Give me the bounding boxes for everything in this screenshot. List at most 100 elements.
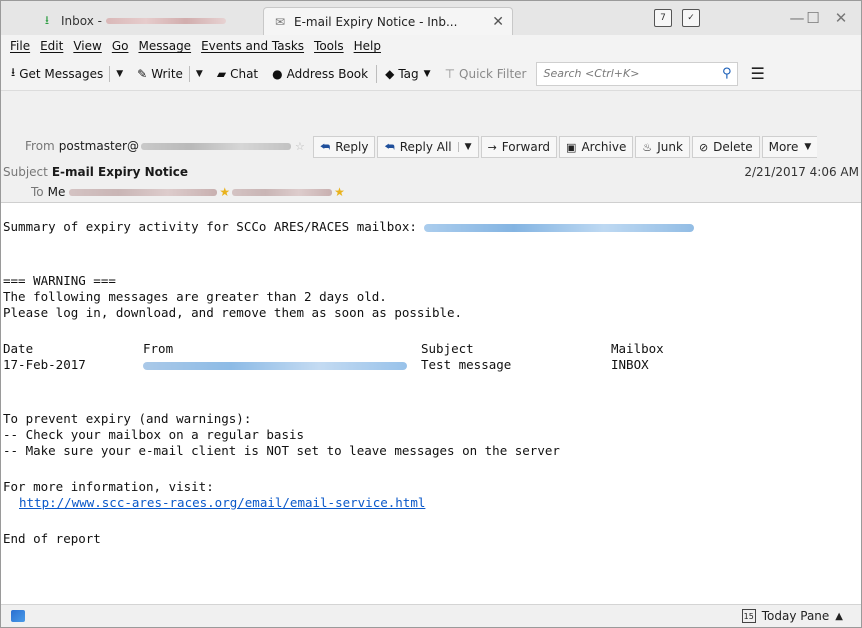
row-subject: Test message bbox=[421, 357, 512, 372]
info-link[interactable]: http://www.scc-ares-races.org/email/emai… bbox=[19, 495, 425, 511]
message-body: Summary of expiry activity for SCCo ARES… bbox=[1, 203, 861, 604]
reply-all-label: Reply All bbox=[399, 140, 452, 154]
address-book-label: Address Book bbox=[286, 66, 369, 81]
star-icon[interactable]: ☆ bbox=[295, 140, 305, 153]
tag-button[interactable]: ◆ Tag ▼ bbox=[381, 62, 434, 86]
funnel-icon: ⊤ bbox=[444, 66, 456, 81]
more-label: More bbox=[768, 140, 799, 154]
person-icon: ● bbox=[272, 66, 283, 81]
message-header: From postmaster@ ☆ ⮪ Reply ⮪ Reply All ▼… bbox=[1, 91, 861, 203]
address-book-button[interactable]: ● Address Book bbox=[268, 62, 372, 86]
to-label: To bbox=[31, 185, 44, 199]
chat-button[interactable]: ▰ Chat bbox=[213, 62, 262, 86]
reply-arrow-icon: ⮪ bbox=[320, 140, 331, 153]
main-toolbar: ⭳ Get Messages ▼ ✎ Write ▼ ▰ Chat ● Addr… bbox=[1, 57, 861, 91]
chevron-down-icon: ▼ bbox=[804, 142, 812, 152]
close-window-button[interactable]: ✕ bbox=[821, 7, 861, 29]
chevron-down-icon: ▼ bbox=[116, 68, 124, 79]
write-button[interactable]: ✎ Write bbox=[133, 62, 187, 86]
tab-bar: ⭳ Inbox - ✉ E-mail Expiry Notice - Inb..… bbox=[1, 1, 861, 35]
archive-button[interactable]: ▣ Archive bbox=[559, 136, 634, 158]
more-info-line: For more information, visit: bbox=[3, 479, 214, 494]
archive-box-icon: ▣ bbox=[566, 140, 577, 154]
star-icon[interactable]: ★ bbox=[219, 185, 230, 199]
tip-line-1: -- Check your mailbox on a regular basis bbox=[3, 427, 305, 442]
table-header-date: Date bbox=[3, 341, 34, 356]
menu-help[interactable]: Help bbox=[349, 39, 386, 53]
menu-view[interactable]: View bbox=[68, 39, 106, 53]
end-of-report: End of report bbox=[3, 531, 101, 546]
to-row: To Me ★ ★ bbox=[31, 185, 347, 199]
chevron-down-icon: ▼ bbox=[423, 68, 431, 79]
tab-email-expiry-label: E-mail Expiry Notice - Inb... bbox=[294, 14, 458, 29]
write-label: Write bbox=[151, 66, 183, 81]
envelope-icon: ✉ bbox=[274, 14, 286, 29]
calendar-icon: 15 bbox=[741, 609, 756, 623]
tip-line-2: -- Make sure your e-mail client is NOT s… bbox=[3, 443, 560, 458]
quick-filter-label: Quick Filter bbox=[459, 66, 527, 81]
write-dropdown[interactable]: ▼ bbox=[188, 65, 209, 82]
hamburger-menu-icon[interactable]: ☰ bbox=[750, 64, 764, 83]
today-pane-toggle[interactable]: 15 Today Pane ▲ bbox=[741, 609, 843, 623]
tag-label: Tag bbox=[398, 66, 419, 81]
warning-line-2: Please log in, download, and remove them… bbox=[3, 305, 463, 320]
redacted-from-address bbox=[140, 142, 291, 150]
info-url[interactable]: http://www.scc-ares-races.org/email/emai… bbox=[19, 495, 425, 510]
menu-events-and-tasks[interactable]: Events and Tasks bbox=[196, 39, 309, 53]
reply-all-button[interactable]: ⮪ Reply All ▼ bbox=[377, 136, 479, 158]
tab-close-icon[interactable]: ✕ bbox=[492, 14, 504, 30]
connection-status-icon[interactable] bbox=[11, 610, 25, 622]
table-header-subject: Subject bbox=[421, 341, 474, 356]
redacted-mailbox bbox=[424, 223, 695, 232]
reply-button[interactable]: ⮪ Reply bbox=[313, 136, 376, 158]
get-messages-dropdown[interactable]: ▼ bbox=[109, 65, 129, 82]
menu-bar: File Edit View Go Message Events and Tas… bbox=[1, 35, 861, 57]
star-icon[interactable]: ★ bbox=[334, 185, 345, 199]
calendar-tab-icon[interactable]: 7 bbox=[654, 9, 672, 27]
menu-tools[interactable]: Tools bbox=[309, 39, 349, 53]
redacted-account bbox=[105, 18, 226, 24]
get-messages-button[interactable]: ⭳ Get Messages bbox=[7, 62, 107, 86]
thunderbird-window: ⭳ Inbox - ✉ E-mail Expiry Notice - Inb..… bbox=[0, 0, 862, 628]
search-icon[interactable]: ⚲ bbox=[722, 66, 732, 81]
chevron-up-icon: ▲ bbox=[835, 610, 843, 622]
forward-arrow-icon: → bbox=[487, 140, 497, 154]
junk-button[interactable]: ♨ Junk bbox=[635, 136, 690, 158]
forward-button[interactable]: → Forward bbox=[480, 136, 558, 158]
menu-message[interactable]: Message bbox=[133, 39, 196, 53]
reply-label: Reply bbox=[335, 140, 369, 154]
prevent-heading: To prevent expiry (and warnings): bbox=[3, 411, 252, 426]
search-input[interactable]: Search <Ctrl+K> ⚲ bbox=[536, 61, 739, 86]
tab-email-expiry[interactable]: ✉ E-mail Expiry Notice - Inb... ✕ bbox=[263, 7, 513, 35]
download-icon: ⭳ bbox=[11, 65, 16, 79]
subject-row: Subject E-mail Expiry Notice 2/21/2017 4… bbox=[3, 165, 859, 179]
tag-icon: ◆ bbox=[385, 66, 395, 81]
menu-file[interactable]: File bbox=[5, 39, 35, 53]
tasks-tab-icon[interactable]: ✓ bbox=[682, 9, 700, 27]
from-label: From bbox=[25, 139, 55, 153]
pencil-icon: ✎ bbox=[137, 66, 148, 81]
chevron-down-icon: ▼ bbox=[195, 68, 203, 79]
from-value[interactable]: postmaster@ bbox=[59, 139, 139, 153]
search-placeholder: Search <Ctrl+K> bbox=[543, 67, 640, 80]
menu-edit[interactable]: Edit bbox=[35, 39, 68, 53]
delete-label: Delete bbox=[713, 140, 753, 154]
tab-inbox[interactable]: ⭳ Inbox - bbox=[31, 7, 261, 35]
row-date: 17-Feb-2017 bbox=[3, 357, 86, 372]
inbox-download-icon: ⭳ bbox=[44, 12, 50, 27]
prohibit-icon: ⊘ bbox=[698, 140, 709, 154]
subject-label: Subject bbox=[3, 165, 48, 179]
more-button[interactable]: More ▼ bbox=[761, 136, 818, 158]
delete-button[interactable]: ⊘ Delete bbox=[691, 136, 760, 158]
message-date: 2/21/2017 4:06 AM bbox=[744, 165, 859, 179]
chat-bubble-icon: ▰ bbox=[216, 66, 227, 81]
to-value[interactable]: Me bbox=[48, 185, 66, 199]
chat-label: Chat bbox=[230, 66, 259, 81]
quick-filter-button[interactable]: ⊤ Quick Filter bbox=[441, 62, 531, 86]
toolbar-separator bbox=[376, 64, 378, 83]
table-header-from: From bbox=[143, 341, 174, 356]
body-summary-line: Summary of expiry activity for SCCo ARES… bbox=[3, 219, 695, 235]
redacted-sender bbox=[143, 361, 407, 370]
menu-go[interactable]: Go bbox=[107, 39, 134, 53]
chevron-down-icon[interactable]: ▼ bbox=[457, 142, 472, 152]
